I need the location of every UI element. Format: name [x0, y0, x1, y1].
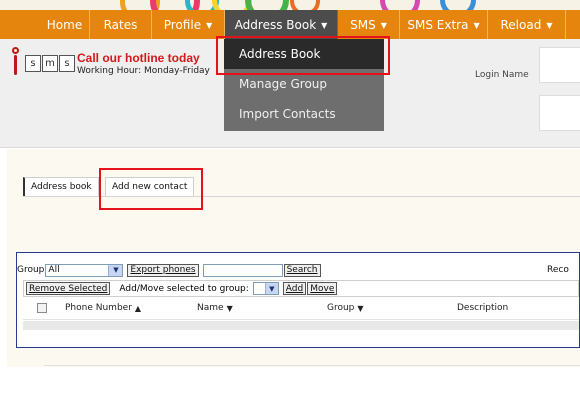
column-group-label: Group [327, 303, 355, 313]
login-name-field[interactable] [539, 47, 580, 83]
logo-letter: m [42, 54, 58, 72]
bulk-action-row: Remove Selected Add/Move selected to gro… [23, 280, 579, 297]
chevron-down-icon: ▼ [264, 283, 278, 294]
login-name-label: Login Name [475, 70, 529, 80]
working-hours: Working Hour: Monday-Friday [77, 66, 210, 76]
nav-home-label: Home [46, 17, 83, 32]
nav-profile[interactable]: Profile ▼ [152, 10, 225, 39]
main-content: Address book Add new contact Group All ▼… [7, 149, 580, 367]
column-description[interactable]: Description [457, 303, 508, 313]
menu-item-address-book[interactable]: Address Book [224, 39, 384, 69]
column-group[interactable]: Group ▼ [327, 303, 364, 313]
chevron-down-icon: ▼ [546, 20, 553, 30]
person-icon [10, 47, 22, 79]
column-name[interactable]: Name ▼ [197, 303, 233, 313]
hotline-text: Call our hotline today [77, 51, 200, 65]
nav-overflow [566, 10, 580, 39]
address-book-panel: Group All ▼ Export phones Search Reco Re… [16, 252, 580, 348]
footer-divider [44, 365, 580, 366]
nav-address-book[interactable]: Address Book ▼ [225, 10, 338, 39]
chevron-down-icon: ▼ [108, 264, 123, 276]
sort-desc-icon: ▼ [226, 303, 233, 313]
column-name-label: Name [197, 303, 224, 313]
nav-reload[interactable]: Reload ▼ [488, 10, 566, 39]
records-label: Reco [547, 265, 569, 275]
nav-spacer [0, 10, 40, 39]
nav-sms-extra[interactable]: SMS Extra ▼ [400, 10, 488, 39]
search-button[interactable]: Search [283, 263, 321, 277]
add-button[interactable]: Add [282, 282, 307, 295]
move-button[interactable]: Move [307, 282, 338, 295]
group-select-value: All [48, 265, 60, 275]
target-group-select[interactable]: ▼ [252, 282, 279, 295]
nav-sms[interactable]: SMS ▼ [338, 10, 400, 39]
group-label: Group [17, 265, 45, 275]
add-move-label: Add/Move selected to group: [119, 283, 249, 294]
chevron-down-icon: ▼ [380, 20, 387, 30]
column-phone-number-label: Phone Number [65, 303, 132, 313]
nav-reload-label: Reload [500, 17, 542, 32]
password-field[interactable] [539, 95, 580, 131]
nav-sms-extra-label: SMS Extra [407, 17, 469, 32]
table-body [23, 321, 579, 330]
nav-home[interactable]: Home [40, 10, 90, 39]
nav-rates-label: Rates [103, 17, 138, 32]
chevron-down-icon: ▼ [206, 20, 213, 30]
column-phone-number[interactable]: Phone Number ▲ [65, 303, 141, 313]
select-all-checkbox[interactable] [37, 303, 47, 313]
isms-logo: s m s [10, 47, 75, 79]
tab-address-book[interactable]: Address book [23, 177, 99, 197]
filter-row: Group All ▼ Export phones Search [17, 263, 321, 277]
address-book-dropdown: Address Book Manage Group Import Contact… [224, 39, 384, 131]
main-nav: Home Rates Profile ▼ Address Book ▼ SMS … [0, 10, 580, 39]
logo-letter: s [59, 54, 75, 72]
sort-desc-icon: ▼ [357, 303, 364, 313]
group-select[interactable]: All ▼ [45, 263, 124, 277]
nav-sms-label: SMS [350, 17, 376, 32]
column-description-label: Description [457, 303, 509, 313]
table-header: Phone Number ▲ Name ▼ Group ▼ Descriptio… [23, 298, 579, 320]
search-input[interactable] [202, 263, 283, 277]
menu-item-import-contacts[interactable]: Import Contacts [224, 99, 384, 129]
nav-address-book-label: Address Book [234, 17, 317, 32]
tab-divider [23, 196, 580, 197]
chevron-down-icon: ▼ [473, 20, 480, 30]
nav-rates[interactable]: Rates [90, 10, 152, 39]
chevron-down-icon: ▼ [321, 20, 328, 30]
export-phones-button[interactable]: Export phones [127, 263, 199, 277]
tab-add-new-contact[interactable]: Add new contact [105, 177, 195, 197]
menu-item-manage-group[interactable]: Manage Group [224, 69, 384, 99]
logo-letter: s [25, 54, 41, 72]
remove-selected-button[interactable]: Remove Selected [26, 282, 111, 295]
nav-profile-label: Profile [163, 17, 202, 32]
sort-asc-icon: ▲ [134, 303, 142, 313]
